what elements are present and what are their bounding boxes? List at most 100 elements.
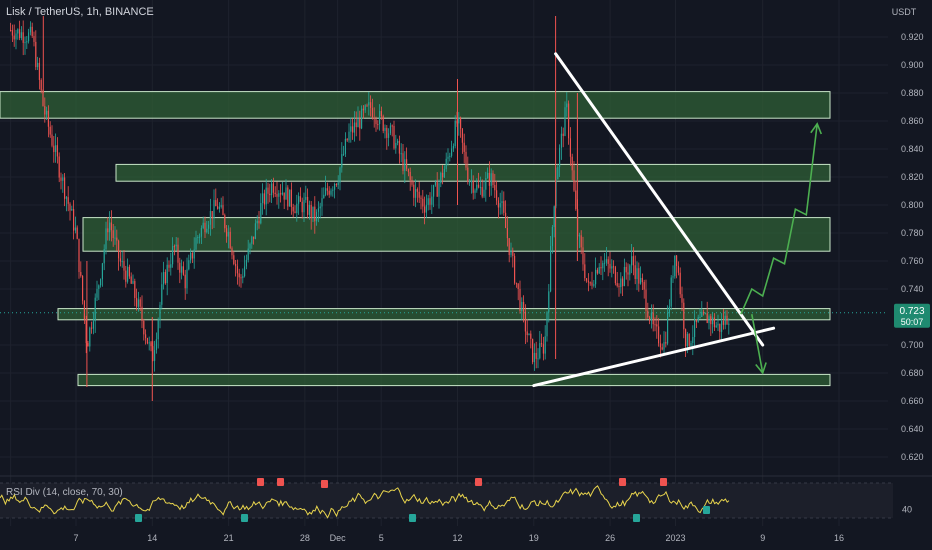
candle-body: [424, 206, 426, 213]
candle-body: [56, 145, 58, 157]
candle-body: [589, 282, 591, 284]
candle-body: [299, 196, 301, 202]
candle-body: [267, 187, 269, 194]
rsi-label-text: RSI Div (14, close, 70, 30): [6, 487, 123, 498]
candle-body: [28, 32, 30, 42]
candle-body: [80, 272, 82, 276]
candle-body: [53, 145, 55, 152]
candle-body: [229, 231, 231, 249]
candle-body: [688, 333, 690, 346]
candle-body: [186, 269, 188, 289]
candle-body: [393, 125, 395, 149]
candle-body: [631, 256, 633, 266]
candle-body: [438, 183, 440, 197]
candle-body: [175, 244, 177, 247]
candle-body: [544, 336, 546, 354]
candle-body: [96, 288, 98, 298]
candle-body: [699, 316, 701, 318]
candle-body: [573, 170, 575, 191]
candle-body: [100, 279, 102, 286]
candle-body: [242, 276, 244, 278]
sr-zone: [82, 217, 831, 252]
candle-body: [553, 206, 555, 227]
candle-body: [638, 268, 640, 284]
candle-body: [566, 103, 568, 108]
candle-body: [478, 184, 480, 188]
candle-body: [681, 294, 683, 303]
candle-body: [249, 243, 251, 249]
candle-body: [395, 142, 397, 149]
candle-body: [386, 127, 388, 138]
candle-body: [139, 299, 141, 307]
candle-body: [31, 26, 33, 37]
candle-body: [67, 197, 69, 204]
bullish-divergence-marker: [409, 514, 416, 522]
candle-body: [674, 255, 676, 277]
candle-body: [449, 155, 451, 157]
bearish-divergence-marker: [277, 478, 284, 486]
candle-body: [262, 193, 264, 203]
candle-body: [37, 62, 39, 68]
candle-body: [362, 108, 364, 111]
candle-body: [78, 238, 80, 273]
candle-body: [712, 317, 714, 325]
candle-body: [245, 259, 247, 267]
candle-body: [656, 324, 658, 327]
candle-body: [524, 311, 526, 332]
candle-body: [625, 266, 627, 273]
candle-body: [368, 102, 370, 106]
candle-body: [505, 212, 507, 228]
time-axis-label: 14: [147, 533, 157, 543]
rsi-scale-tick: 40: [902, 504, 912, 514]
candle-body: [33, 36, 35, 42]
candle-body: [485, 178, 487, 190]
candle-body: [204, 222, 206, 233]
candle-body: [551, 226, 553, 247]
candle-body: [604, 262, 606, 264]
candle-body: [663, 342, 665, 350]
candle-body: [47, 110, 49, 127]
candle-body: [677, 265, 679, 273]
candle-body: [150, 342, 152, 347]
candle-body: [679, 272, 681, 295]
candle-body: [717, 323, 719, 326]
candle-body: [713, 317, 715, 328]
bullish-divergence-marker: [703, 506, 710, 514]
candle-body: [429, 198, 431, 205]
candle-body: [379, 111, 381, 125]
candle-body: [177, 244, 179, 263]
candle-body: [452, 146, 454, 149]
candle-body: [109, 222, 111, 233]
candle-body: [609, 263, 611, 269]
candle-body: [517, 283, 519, 290]
candle-body: [559, 147, 561, 167]
candle-body: [154, 350, 156, 361]
chart-canvas[interactable]: USDT 0.920 0.900 0.880 0.860 0.840 0.820 0.800 0…: [0, 0, 932, 550]
candle-body: [44, 106, 46, 115]
candle-body: [89, 327, 91, 347]
bearish-divergence-marker: [660, 478, 667, 486]
candle-body: [260, 202, 262, 224]
candle-body: [649, 317, 651, 321]
candle-body: [101, 263, 103, 280]
candle-body: [661, 347, 663, 350]
candle-body: [546, 312, 548, 337]
candle-body: [17, 29, 19, 34]
candle-body: [407, 168, 409, 172]
candle-body: [202, 222, 204, 229]
candle-body: [343, 153, 345, 155]
candle-body: [375, 119, 377, 125]
candle-body: [548, 291, 550, 313]
candle-body: [103, 249, 105, 264]
candle-body: [427, 198, 429, 205]
candle-body: [582, 247, 584, 265]
candle-body: [506, 227, 508, 239]
candle-body: [433, 185, 435, 197]
candle-body: [134, 281, 136, 298]
candle-body: [319, 206, 321, 209]
candle-body: [418, 191, 420, 198]
candle-body: [22, 32, 24, 43]
price-tick-label: 0.840: [901, 144, 924, 154]
candle-body: [184, 274, 186, 289]
bearish-divergence-marker: [619, 478, 626, 486]
